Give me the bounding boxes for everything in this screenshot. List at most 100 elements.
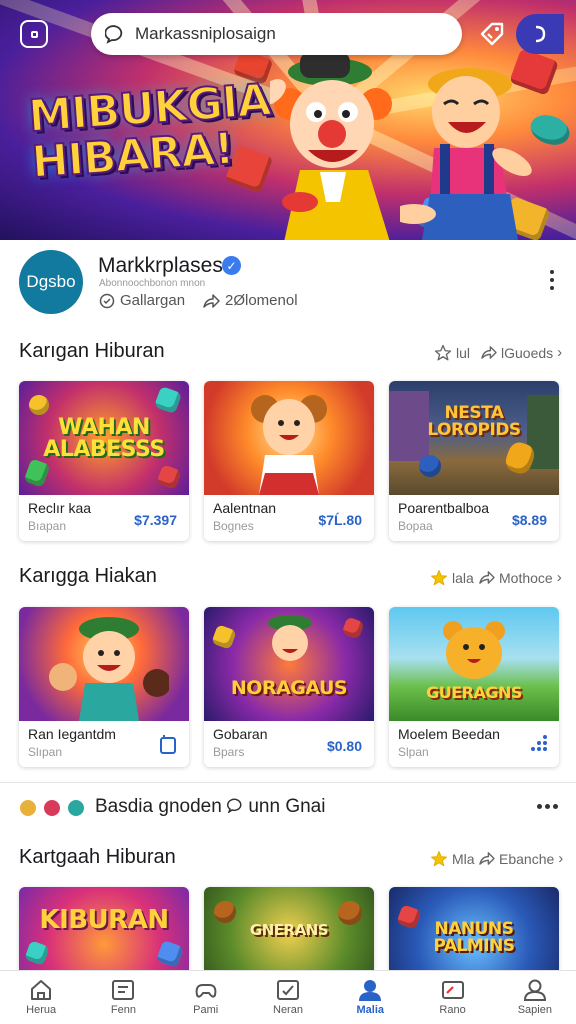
- section-favorite-action[interactable]: lala: [430, 569, 474, 587]
- game-thumbnail-text: WAHAN ALABESSS: [43, 415, 165, 462]
- section-share-action[interactable]: Ebanche ›: [478, 850, 563, 867]
- search-bar[interactable]: [91, 13, 462, 55]
- hero-title: MIBUKGIA HIBARA!: [26, 74, 273, 190]
- channel-stat-share[interactable]: 2Ølomenol: [202, 292, 298, 309]
- channel-stat-chat-label: Gallargan: [120, 292, 186, 309]
- chevron-right-icon: ›: [557, 344, 563, 361]
- nav-item-home[interactable]: Herua: [0, 971, 82, 1024]
- game-card[interactable]: GNERANS: [204, 887, 374, 970]
- check-box-icon: [276, 980, 299, 1000]
- section-header: Karıgga Hiakan lala Mothoce ›: [0, 563, 576, 593]
- social-text-part: unn Gnai: [248, 796, 326, 817]
- chat-bubble-icon: [105, 25, 123, 44]
- game-thumbnail: NANUNS PALMINS: [389, 887, 559, 970]
- game-subtitle: Slıpan: [28, 745, 63, 759]
- game-card[interactable]: NORAGAUS Gobaran Bpars $0.80: [204, 607, 374, 767]
- channel-subline: Abonnoochbonon mnon: [99, 278, 206, 289]
- section-share-action[interactable]: Mothoce ›: [478, 569, 562, 586]
- game-title: Reclır kaa: [28, 500, 92, 516]
- game-card[interactable]: Ran Iegantdm Slıpan: [19, 607, 189, 767]
- game-thumbnail: GNERANS: [204, 887, 374, 970]
- channel-name[interactable]: Markkrplases: [98, 254, 223, 278]
- more-options-icon[interactable]: [537, 804, 558, 809]
- divider: [0, 782, 576, 783]
- nav-item-games[interactable]: Pami: [165, 971, 247, 1024]
- section-action-label: Ebanche: [499, 850, 555, 867]
- section-share-action[interactable]: lGuoeds ›: [480, 344, 562, 361]
- friend-avatar: [42, 798, 62, 818]
- nav-label: Sapien: [517, 1004, 552, 1016]
- chevron-right-icon: ›: [558, 850, 564, 867]
- section-favorite-action[interactable]: Mla: [430, 850, 475, 868]
- game-thumbnail-text: NESTA LOROPIDS: [427, 403, 521, 440]
- star-icon: [431, 570, 447, 586]
- game-subtitle: Bopaa: [398, 519, 433, 533]
- game-card[interactable]: GUERAGNS Moelem Beedan Slpan: [389, 607, 559, 767]
- game-thumbnail-text: GUERAGNS: [426, 683, 522, 702]
- nav-label: Herua: [26, 1004, 57, 1016]
- section-header: Karıgan Hiburan lul lGuoeds ›: [0, 338, 576, 368]
- channel-stat-chat[interactable]: Gallargan: [99, 292, 185, 309]
- section-action-label: lala: [452, 570, 474, 586]
- channel-avatar[interactable]: Dgsbo: [19, 250, 83, 314]
- nav-item-feed[interactable]: Fenn: [82, 971, 164, 1024]
- section-action-label: lGuoeds: [501, 344, 554, 361]
- nav-item-account[interactable]: Malia: [329, 971, 411, 1024]
- section-action-label: Mothoce: [499, 569, 553, 586]
- home-icon[interactable]: [20, 20, 48, 48]
- chat-icon: [99, 293, 115, 308]
- account-icon[interactable]: [516, 14, 564, 54]
- home-icon: [31, 980, 52, 1000]
- nav-item-profile[interactable]: Sapien: [494, 971, 576, 1024]
- hero-banner[interactable]: MIBUKGIA HIBARA!: [0, 0, 576, 240]
- nav-item-cards[interactable]: Rano: [411, 971, 493, 1024]
- game-thumbnail-text: NORAGAUS: [230, 677, 348, 699]
- game-card[interactable]: NANUNS PALMINS: [389, 887, 559, 970]
- game-thumbnail: WAHAN ALABESSS: [19, 381, 189, 495]
- nav-item-tasks[interactable]: Neran: [247, 971, 329, 1024]
- star-icon: [431, 851, 447, 867]
- nav-label: Neran: [273, 1004, 303, 1016]
- verified-badge-icon: ✓: [222, 256, 241, 275]
- game-thumbnail: NESTA LOROPIDS: [389, 381, 559, 495]
- game-price: $7Ĺ.80: [318, 512, 362, 528]
- game-price: $7.397: [134, 512, 177, 528]
- nav-label: Pami: [193, 1004, 219, 1016]
- top-bar: [0, 0, 576, 68]
- tag-icon[interactable]: [476, 18, 508, 50]
- nav-label: Rano: [439, 1004, 466, 1016]
- user-active-icon: [359, 980, 382, 1001]
- gamepad-icon: [195, 984, 217, 998]
- channel-stat-share-label: 2Ølomenol: [225, 292, 298, 309]
- game-thumbnail: KIBURAN: [19, 887, 189, 970]
- game-card[interactable]: NESTA LOROPIDS Poarentbalboa Bopaa $8.89: [389, 381, 559, 541]
- kid-character-illustration: [400, 68, 532, 240]
- section-header: Kartgaah Hiburan Mla Ebanche ›: [0, 844, 576, 874]
- game-thumbnail: [19, 607, 189, 721]
- game-title: Aalentnan: [213, 500, 277, 516]
- star-icon: [434, 344, 452, 361]
- share-icon: [203, 293, 220, 308]
- game-title: Ran Iegantdm: [28, 726, 116, 742]
- feed-icon: [112, 980, 135, 1000]
- game-thumbnail: GUERAGNS: [389, 607, 559, 721]
- nav-label: Fenn: [110, 1004, 136, 1016]
- game-title: Gobaran: [213, 726, 268, 742]
- game-card[interactable]: Aalentnan Bognes $7Ĺ.80: [204, 381, 374, 541]
- bookmark-icon[interactable]: [159, 735, 177, 760]
- chevron-right-icon: ›: [556, 569, 562, 586]
- social-activity-row[interactable]: Basdia gnoden unn Gnai: [0, 790, 576, 826]
- grid-dots-icon[interactable]: [529, 735, 547, 758]
- search-input[interactable]: [135, 24, 435, 44]
- share-icon: [481, 346, 497, 359]
- game-card[interactable]: KIBURAN: [19, 887, 189, 970]
- section-action-label: lul: [456, 345, 471, 361]
- section-title: Karıgga Hiakan: [19, 565, 157, 587]
- game-subtitle: Bpars: [213, 745, 245, 759]
- section-title: Kartgaah Hiburan: [19, 846, 176, 868]
- nav-label: Malia: [356, 1004, 385, 1016]
- section-favorite-action[interactable]: lul: [434, 344, 470, 362]
- channel-header: Dgsbo Markkrplases ✓ Abonnoochbonon mnon…: [0, 240, 576, 320]
- more-options-icon[interactable]: [545, 268, 559, 292]
- game-card[interactable]: WAHAN ALABESSS Reclır kaa Bıapan $7.397: [19, 381, 189, 541]
